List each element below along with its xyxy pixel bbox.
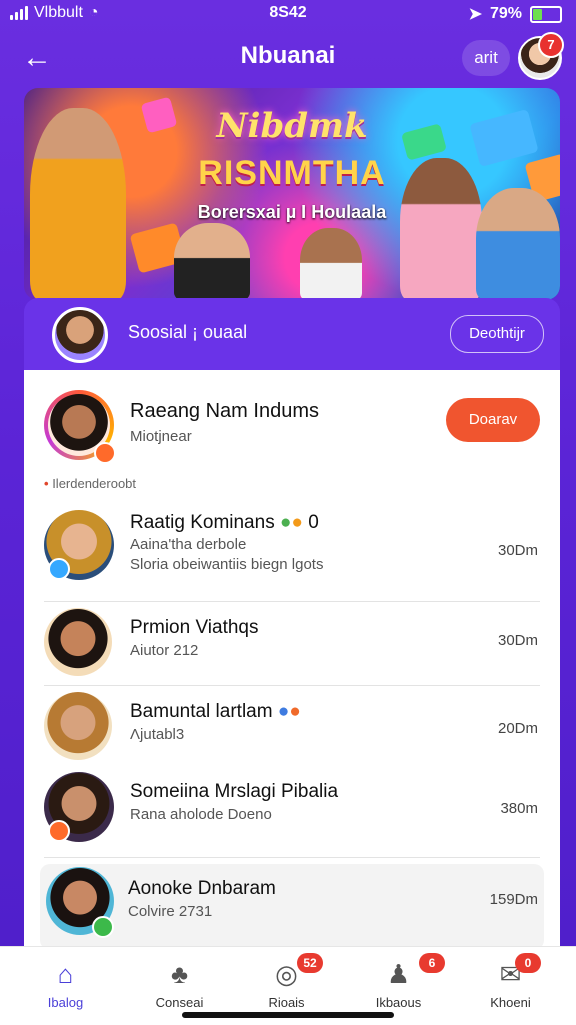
- club-icon: ♣: [170, 959, 189, 989]
- list-item-line: Sloria obeiwantiis biegn lgots: [130, 556, 324, 573]
- status-badge-icon: [48, 558, 70, 580]
- divider: [44, 601, 540, 602]
- list-item-line: Aaina'tha derbole: [130, 536, 247, 553]
- list-item-time: 30Dm: [497, 632, 538, 649]
- section-label: • Ilerdenderoobt: [44, 476, 137, 491]
- banner-person: [174, 223, 250, 300]
- battery-percent: 79%: [489, 5, 522, 22]
- battery-icon: [530, 5, 562, 23]
- list-item-time: 30Dm: [497, 542, 538, 559]
- list-item-name: Raatig Kominans ●● 0: [130, 512, 319, 533]
- list-item-time: 380m: [500, 800, 538, 817]
- user-name: Raeang Nam Indums: [130, 400, 319, 422]
- emoji-icon: ●: [291, 512, 303, 533]
- list-item-name: Someiina Mrslagi Pibalia: [130, 781, 339, 802]
- list-item-name: Aonoke Dnbaram: [128, 878, 276, 899]
- top-user-row[interactable]: Raeang Nam Indums Miotjnear Doarav: [24, 370, 560, 470]
- location-icon: ➤: [468, 6, 482, 23]
- social-action-button[interactable]: Deothtijr: [450, 315, 544, 353]
- user-subtitle: Miotjnear: [130, 428, 192, 445]
- emoji-icon: ●: [279, 512, 292, 533]
- social-card: Soosial ¡ ouaal Deothtijr: [24, 298, 560, 370]
- user-list-panel: Raeang Nam Indums Miotjnear Doarav • Ile…: [24, 370, 560, 950]
- divider: [44, 857, 540, 858]
- tab-badge: 6: [419, 953, 445, 973]
- status-badge-icon: [48, 820, 70, 842]
- banner-headline: Nibdmk: [216, 106, 368, 146]
- list-item-line: Λjutabl3: [130, 726, 185, 743]
- social-name: Soosial ¡ ouaal: [128, 322, 248, 342]
- banner-subtitle: Borersxai µ I Houlaala: [197, 202, 387, 222]
- home-indicator: [182, 1012, 394, 1018]
- header-action-pill[interactable]: arit: [462, 40, 510, 76]
- promo-banner[interactable]: Nibdmk RISNMTHA Borersxai µ I Houlaala: [24, 88, 560, 300]
- list-item-highlighted[interactable]: [40, 864, 544, 950]
- banner-title: RISNMTHA: [198, 154, 386, 192]
- list-item-time: 20Dm: [497, 720, 538, 737]
- social-avatar[interactable]: [52, 307, 108, 363]
- banner-person: [300, 228, 362, 300]
- list-item-name: Bamuntal lartlam ●●: [130, 701, 301, 722]
- tab-badge: 52: [297, 953, 323, 973]
- list-item-name: Prmion Viathqs: [130, 617, 259, 638]
- avatar: [44, 692, 112, 760]
- tab-badge: 0: [515, 953, 541, 973]
- status-badge-icon: [94, 442, 116, 464]
- online-badge-icon: [92, 916, 114, 938]
- emoji-icon: ●: [289, 701, 301, 722]
- notification-badge: 7: [538, 32, 564, 58]
- app-header: ← Nbuanai arit 7: [0, 30, 576, 86]
- emoji-icon: ●: [277, 701, 290, 722]
- list-item-line: Rana aholode Doeno: [130, 806, 272, 823]
- tab-home[interactable]: ⌂ Ibalog: [8, 947, 123, 1025]
- list-item-line: Aiutor 212: [130, 642, 199, 659]
- tab-chat[interactable]: ✉ Khoeni 0: [453, 947, 568, 1025]
- list-item-line: Colvire 2731: [128, 903, 213, 920]
- status-bar: Vlbbult ◔ 8S42 ➤ 79%: [0, 0, 576, 26]
- avatar: [44, 608, 112, 676]
- home-icon: ⌂: [57, 959, 74, 989]
- add-friend-button[interactable]: Doarav: [446, 398, 540, 442]
- person-icon: ♟: [386, 959, 411, 989]
- divider: [44, 685, 540, 686]
- list-item-time: 159Dm: [489, 891, 538, 908]
